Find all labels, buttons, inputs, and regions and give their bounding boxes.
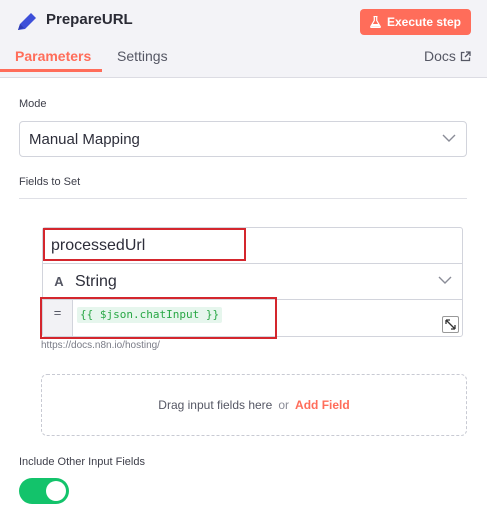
node-title[interactable]: PrepareURL xyxy=(46,11,133,28)
docs-label: Docs xyxy=(424,48,456,64)
pencil-icon xyxy=(18,13,36,30)
flask-icon xyxy=(370,16,381,28)
external-link-icon xyxy=(460,50,471,61)
active-tab-indicator xyxy=(0,69,102,72)
execute-step-button[interactable]: Execute step xyxy=(360,9,471,35)
field-type-value: String xyxy=(75,272,117,290)
mode-label: Mode xyxy=(19,98,47,110)
drop-zone[interactable]: Drag input fields here or Add Field xyxy=(41,374,467,436)
toggle-knob xyxy=(46,481,66,501)
node-header: PrepareURL Execute step Parameters Setti… xyxy=(0,0,487,78)
field-type-select[interactable]: A String xyxy=(43,264,462,300)
drop-zone-or: or xyxy=(278,398,290,412)
string-type-icon: A xyxy=(54,274,64,289)
mode-select[interactable]: Manual Mapping xyxy=(19,121,467,157)
tab-parameters[interactable]: Parameters xyxy=(15,48,91,64)
drop-zone-text: Drag input fields here xyxy=(158,398,273,412)
docs-link[interactable]: Docs xyxy=(424,48,471,64)
fields-to-set-label: Fields to Set xyxy=(19,176,81,188)
field-hint: https://docs.n8n.io/hosting/ xyxy=(41,340,160,350)
chevron-down-icon xyxy=(442,134,456,142)
add-field-button[interactable]: Add Field xyxy=(295,398,350,412)
expand-editor-button[interactable] xyxy=(442,316,459,333)
execute-step-label: Execute step xyxy=(386,15,462,29)
expand-icon xyxy=(445,319,456,330)
highlight-box-field-value xyxy=(40,297,277,339)
chevron-down-icon xyxy=(438,276,452,284)
highlight-box-field-name xyxy=(43,228,246,261)
include-other-label: Include Other Input Fields xyxy=(19,456,145,468)
mode-value: Manual Mapping xyxy=(29,130,140,148)
section-divider xyxy=(19,198,467,199)
include-other-toggle[interactable] xyxy=(19,478,69,504)
tab-settings[interactable]: Settings xyxy=(117,48,168,64)
